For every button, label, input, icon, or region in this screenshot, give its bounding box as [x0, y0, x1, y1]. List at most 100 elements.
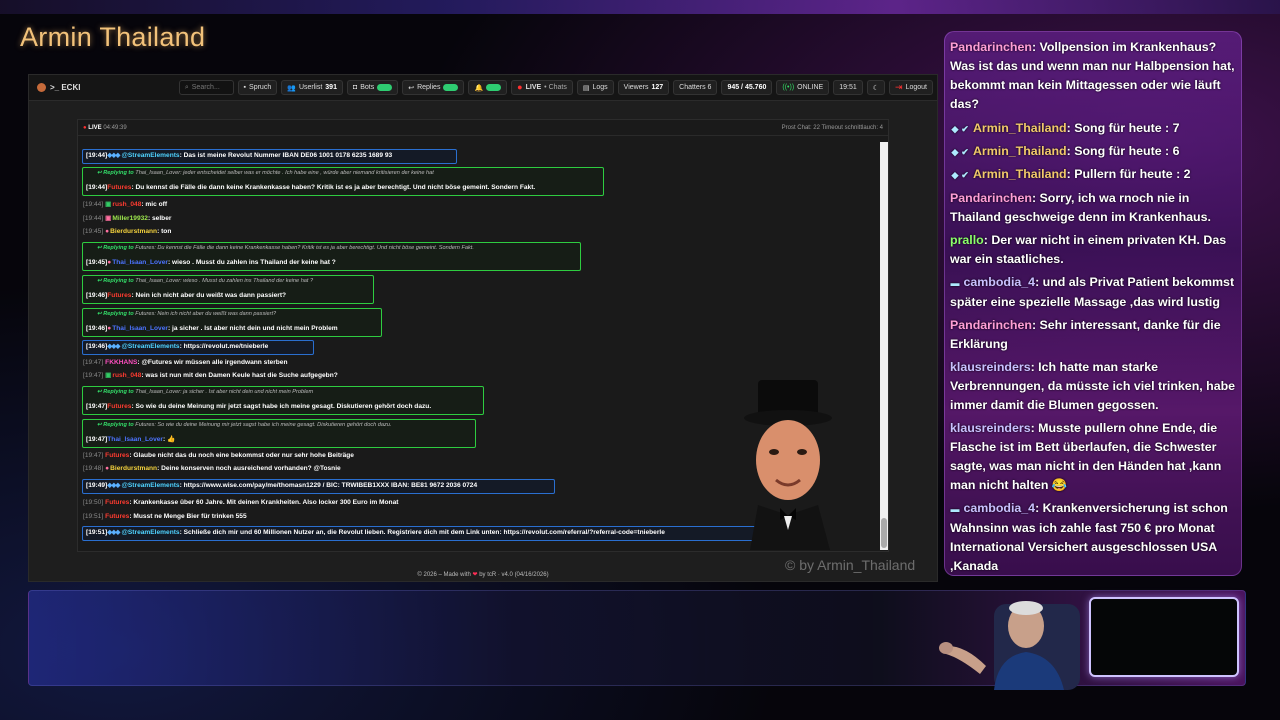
heart-icon: ❤ [472, 572, 478, 578]
list-item: [19:46]◆◆◆ @StreamElements: https://revol… [82, 340, 314, 355]
list-item: [19:48] ● Bierdurstmann: Deine konserven n… [83, 465, 341, 474]
username[interactable]: Futures [105, 513, 129, 520]
reply-text: Thai_Isaan_Lover: ja sicher . Ist aber n… [135, 389, 314, 395]
reply-context: ↩ Replying to Thai_Isaan_Lover: wieso . … [97, 278, 313, 286]
live-chats-button[interactable]: ● LIVE • Chats [511, 80, 573, 95]
verified-icon: ✔ [961, 124, 969, 134]
message-text: : https://www.wise.com/pay/me/thomasn122… [179, 482, 478, 490]
search-input[interactable]: ⌕ Search... [178, 80, 234, 95]
message-icon: ▪ [243, 84, 247, 91]
search-icon: ⌕ [184, 83, 189, 91]
username[interactable]: @StreamElements [121, 152, 179, 159]
stream-overlay: Armin Thailand >_ ECKI ⌕ Search... ▪ Spr… [0, 0, 1280, 720]
username[interactable]: Futures [107, 184, 131, 191]
reply-label: Replying to [103, 170, 134, 176]
chatters-stat: Chatters 6 [673, 80, 718, 95]
timestamp: [19:45] [83, 228, 104, 235]
logs-button[interactable]: ▤ Logs [576, 80, 614, 95]
spruch-button[interactable]: ▪ Spruch [237, 80, 278, 95]
userlist-button[interactable]: 👥 Userlist 391 [281, 80, 343, 95]
username[interactable]: Bierdurstmann [110, 465, 157, 472]
message-body: [19:44]Futures: Du kennst die Fälle die … [86, 184, 535, 193]
list-item: ◆ ✔ Armin_Thailand: Song für heute : 6 [950, 142, 1240, 162]
username[interactable]: @StreamElements [121, 482, 179, 489]
footer-right: by tcR · v4.0 (04/16/2026) [479, 572, 549, 578]
logout-button[interactable]: ⇥ Logout [889, 80, 933, 95]
spruch-label: Spruch [249, 84, 272, 91]
list-item: [19:51]◆◆◆ @StreamElements: Schließe dich… [82, 526, 770, 541]
sound-toggle[interactable]: 🔔 [468, 80, 508, 95]
flag-icon: ▬ [950, 504, 960, 514]
reply-text: Thai_Isaan_Lover: wieso . Musst du zahle… [135, 278, 314, 284]
badge-icon: ● [107, 325, 111, 333]
username: Pandarinchen [950, 191, 1032, 205]
username[interactable]: Futures [107, 403, 131, 410]
username[interactable]: Thai_Isaan_Lover [112, 259, 168, 266]
username[interactable]: rush_048 [112, 372, 141, 379]
username[interactable]: rush_048 [112, 201, 141, 208]
username[interactable]: FKKHANS [105, 359, 137, 366]
moon-icon: ☾ [872, 84, 880, 92]
timestamp: [19:46] [86, 343, 108, 351]
replies-switch[interactable] [443, 84, 459, 91]
list-item: prallo: Der war nicht in einem privaten … [950, 231, 1240, 269]
badge-icon: ◆ [951, 124, 959, 134]
reply-icon: ↩ [408, 84, 415, 92]
message-text: : Song für heute : 7 [1066, 121, 1180, 135]
username: cambodia_4 [963, 275, 1036, 289]
username[interactable]: Thai_Isaan_Lover [112, 325, 168, 332]
username[interactable]: Miller19932 [112, 215, 148, 222]
list-item: ◆ ✔ Armin_Thailand: Song für heute : 7 [950, 119, 1240, 139]
ratio-stat: 945 / 45.760 [721, 80, 773, 95]
username[interactable]: Bierdurstmann [110, 228, 157, 235]
search-placeholder: Search... [191, 84, 220, 91]
list-item: [19:47] FKKHANS: @Futures wir müssen alle… [83, 359, 287, 368]
bots-toggle[interactable]: ◘ Bots [346, 80, 399, 95]
username[interactable]: @StreamElements [121, 343, 179, 350]
userlist-label: Userlist [298, 84, 323, 91]
replies-toggle[interactable]: ↩ Replies [402, 80, 465, 95]
stream-chat-overlay: Pandarinchen: Vollpension im Krankenhaus… [944, 31, 1242, 576]
username[interactable]: Thai_Isaan_Lover [107, 436, 163, 443]
theme-toggle[interactable]: ☾ [866, 80, 886, 95]
list-item: [19:50] Futures: Krankenkasse über 60 Jah… [83, 499, 398, 508]
scrollbar-thumb[interactable] [881, 518, 887, 548]
reply-text: Futures: Du kennst die Fälle die dann ke… [135, 245, 474, 251]
logout-icon: ⇥ [895, 82, 903, 92]
bots-label: Bots [360, 84, 375, 91]
message-text: : So wie du deine Meinung mir jetzt sags… [131, 403, 432, 411]
viewers-label: Viewers [623, 84, 649, 91]
username[interactable]: Futures [105, 499, 129, 506]
viewers-count: 127 [651, 84, 664, 91]
list-item: [19:49]◆◆◆ @StreamElements: https://www.w… [82, 479, 555, 494]
message-text: : Glaube nicht das du noch eine bekommst… [129, 452, 354, 459]
list-item: ↩ Replying to Futures: Nein ich nicht ab… [82, 308, 382, 337]
timestamp: [19:47] [86, 403, 108, 411]
message-text: : Krankenkasse über 60 Jahre. Mit deinen… [129, 499, 399, 506]
footer-left: © 2026 – Made with [417, 572, 471, 578]
username: klausreinders [950, 360, 1031, 374]
badge-icon: ● [105, 228, 109, 235]
list-item: ▬ cambodia_4: Krankenversicherung ist sc… [950, 499, 1240, 575]
message-body: [19:46]Futures: Nein ich nicht aber du w… [86, 292, 286, 301]
message-body: [19:45]● Thai_Isaan_Lover: wieso . Musst … [86, 259, 336, 268]
chat-scrollbar[interactable] [880, 142, 888, 550]
username: Armin_Thailand [972, 121, 1067, 135]
list-item: ↩ Replying to Futures: Du kennst die Fäl… [82, 242, 581, 271]
replies-label: Replies [417, 84, 441, 91]
ratio-value: 945 / 45.760 [727, 84, 767, 91]
badge-icon: ▣ [105, 372, 111, 379]
timestamp: [19:44] [86, 184, 108, 192]
verified-icon: ✔ [961, 170, 969, 180]
username: prallo [950, 233, 984, 247]
message-text: : Song für heute : 6 [1066, 144, 1180, 158]
badge-icons: ◆◆◆ [107, 152, 120, 160]
message-text: : Deine konserven noch ausreichend vorha… [157, 465, 341, 472]
username[interactable]: @StreamElements [121, 529, 179, 536]
timestamp: [19:44] [83, 215, 104, 222]
username[interactable]: Futures [107, 292, 131, 299]
bots-switch[interactable] [377, 84, 393, 91]
sound-switch[interactable] [486, 84, 502, 91]
username[interactable]: Futures [105, 452, 129, 459]
chat-header: ● LIVE 04:49:39 Prost Chat: 22 Timeout s… [78, 120, 888, 136]
